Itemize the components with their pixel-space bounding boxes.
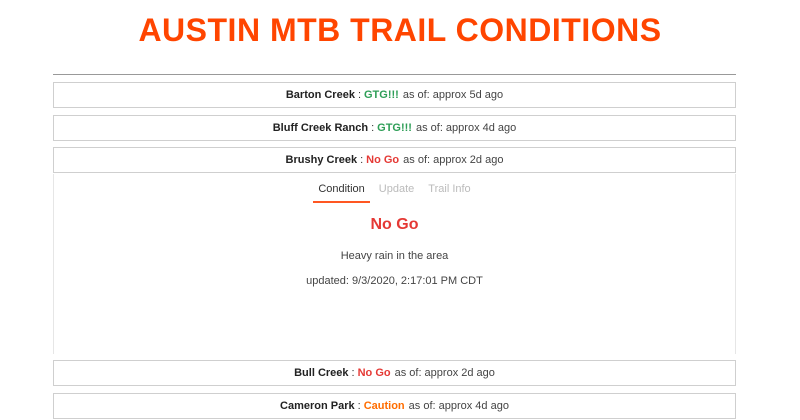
- detail-tabs: Condition Update Trail Info: [54, 180, 735, 203]
- trail-separator: :: [357, 89, 361, 101]
- trail-status: GTG!!!: [377, 122, 412, 134]
- trail-separator: :: [360, 154, 364, 166]
- trail-row-barton-creek[interactable]: Barton Creek : GTG!!! as of: approx 5d a…: [53, 82, 736, 108]
- trail-separator: :: [357, 400, 361, 412]
- trail-status: No Go: [357, 367, 391, 379]
- trail-name: Cameron Park: [280, 400, 355, 412]
- trail-row-bluff-creek-ranch[interactable]: Bluff Creek Ranch : GTG!!! as of: approx…: [53, 115, 736, 141]
- trail-asof: as of: approx 2d ago: [403, 154, 504, 166]
- trail-asof: as of: approx 4d ago: [408, 400, 509, 412]
- trail-row-brushy-creek[interactable]: Brushy Creek : No Go as of: approx 2d ag…: [53, 147, 736, 173]
- tab-trail-info[interactable]: Trail Info: [423, 180, 475, 203]
- trail-name: Bull Creek: [294, 367, 349, 379]
- trail-asof: as of: approx 2d ago: [394, 367, 495, 379]
- page-title: AUSTIN MTB TRAIL CONDITIONS: [138, 12, 662, 48]
- trail-status: GTG!!!: [364, 89, 399, 101]
- trail-name: Brushy Creek: [285, 154, 358, 166]
- title-divider: [53, 74, 736, 75]
- trail-separator: :: [371, 122, 375, 134]
- trail-detail-panel: Condition Update Trail Info No Go Heavy …: [53, 174, 736, 354]
- trail-name: Bluff Creek Ranch: [272, 122, 369, 134]
- trail-asof: as of: approx 4d ago: [415, 122, 517, 134]
- condition-status: No Go: [370, 216, 419, 233]
- condition-description: Heavy rain in the area: [340, 250, 449, 262]
- trail-row-bull-creek[interactable]: Bull Creek : No Go as of: approx 2d ago: [53, 360, 736, 386]
- tab-update[interactable]: Update: [374, 180, 419, 203]
- trail-asof: as of: approx 5d ago: [402, 89, 504, 101]
- trail-status: Caution: [363, 400, 405, 412]
- tab-condition[interactable]: Condition: [313, 180, 370, 203]
- trail-row-cameron-park[interactable]: Cameron Park : Caution as of: approx 4d …: [53, 393, 736, 419]
- condition-updated: updated: 9/3/2020, 2:17:01 PM CDT: [306, 275, 483, 287]
- trail-status: No Go: [366, 154, 400, 166]
- trail-name: Barton Creek: [285, 89, 355, 101]
- trail-separator: :: [351, 367, 355, 379]
